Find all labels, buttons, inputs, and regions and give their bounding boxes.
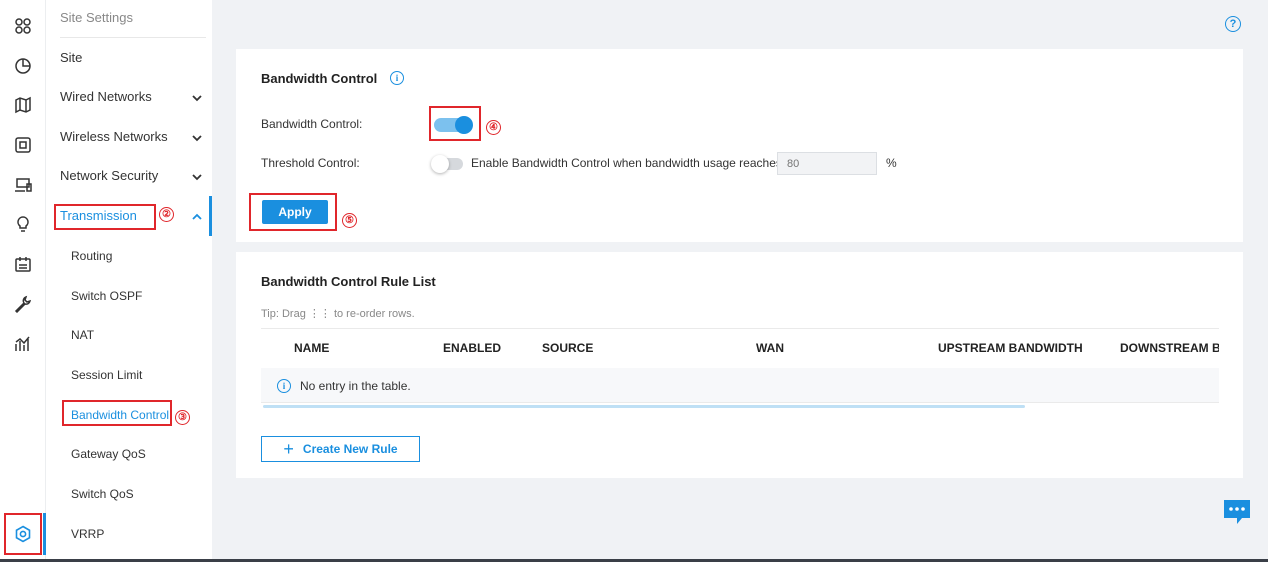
nav-item-network-security[interactable]: Network Security [60,165,210,185]
nav-item-label: Site [60,49,83,65]
nav-sub-session-limit[interactable]: Session Limit [71,368,142,382]
subnav-divider [60,37,206,38]
settings-subnav: Site Settings Site Wired Networks Wirele… [46,0,212,562]
subnav-title: Site Settings [60,10,133,25]
create-new-rule-label: Create New Rule [302,442,398,456]
highlight-box-transmission [54,204,156,230]
step-badge-5: ⑤ [342,213,357,228]
table-bottom-border [261,402,1219,403]
column-header-name[interactable]: NAME [294,341,329,355]
chevron-down-icon [192,170,202,181]
nav-sub-switch-ospf[interactable]: Switch OSPF [71,289,142,303]
apply-button[interactable]: Apply [262,200,328,224]
settings-icon[interactable] [4,513,42,555]
statistics-icon[interactable] [11,54,35,78]
threshold-control-label: Threshold Control: [261,156,360,170]
toggle-knob [431,155,449,173]
bandwidth-control-toggle[interactable] [434,116,473,134]
help-icon[interactable]: ? [1225,16,1241,32]
column-header-downstream[interactable]: DOWNSTREAM BA [1120,341,1219,355]
threshold-percent-input[interactable] [777,152,877,175]
table-top-border [261,328,1219,329]
info-icon: i [277,379,291,393]
tools-icon[interactable] [11,292,35,316]
nav-sub-nat[interactable]: NAT [71,328,94,342]
horizontal-scrollbar[interactable] [263,405,1025,408]
column-header-wan[interactable]: WAN [756,341,784,355]
reports-icon[interactable] [11,332,35,356]
nav-item-label: Wireless Networks [60,128,168,144]
nav-item-label: Wired Networks [60,88,152,104]
logs-icon[interactable] [11,252,35,276]
bandwidth-control-label: Bandwidth Control: [261,117,363,131]
nav-item-site[interactable]: Site [60,47,210,67]
nav-sub-routing[interactable]: Routing [71,249,112,263]
devices-icon[interactable] [11,133,35,157]
create-new-rule-button[interactable]: + Create New Rule [261,436,420,462]
column-header-enabled[interactable]: ENABLED [443,341,501,355]
step-badge-4: ④ [486,120,501,135]
chevron-down-icon [192,131,202,142]
nav-item-wireless-networks[interactable]: Wireless Networks [60,126,210,146]
chat-icon[interactable] [1222,498,1252,526]
threshold-control-toggle[interactable] [431,155,463,173]
nav-sub-switch-qos[interactable]: Switch QoS [71,487,134,501]
nav-sub-vrrp[interactable]: VRRP [71,527,104,541]
drag-tip: Tip: Drag ⋮⋮ to re-order rows. [261,308,415,320]
bandwidth-control-title: Bandwidth Control [261,71,378,86]
map-icon[interactable] [11,93,35,117]
rule-list-title: Bandwidth Control Rule List [261,274,436,289]
step-badge-2: ② [159,207,174,222]
bandwidth-control-card [236,49,1243,242]
threshold-unit: % [886,156,897,170]
toggle-knob [455,116,473,134]
chevron-down-icon [192,91,202,102]
nav-item-label: Network Security [60,167,159,183]
chevron-up-icon [192,210,202,220]
nav-sub-gateway-qos[interactable]: Gateway QoS [71,447,146,461]
info-icon[interactable]: i [390,71,404,85]
empty-table-message: No entry in the table. [300,379,411,393]
plus-icon: + [283,439,294,459]
highlight-box-bandwidth-control [62,400,172,426]
insights-icon[interactable] [11,212,35,236]
clients-icon[interactable] [11,173,35,197]
column-header-upstream[interactable]: UPSTREAM BANDWIDTH [938,341,1083,355]
icon-rail [0,0,46,562]
threshold-description: Enable Bandwidth Control when bandwidth … [471,156,782,170]
step-badge-3: ③ [175,410,190,425]
subnav-active-indicator [209,196,212,236]
column-header-source[interactable]: SOURCE [542,341,593,355]
dashboard-icon[interactable] [11,14,35,38]
nav-item-wired-networks[interactable]: Wired Networks [60,86,210,106]
